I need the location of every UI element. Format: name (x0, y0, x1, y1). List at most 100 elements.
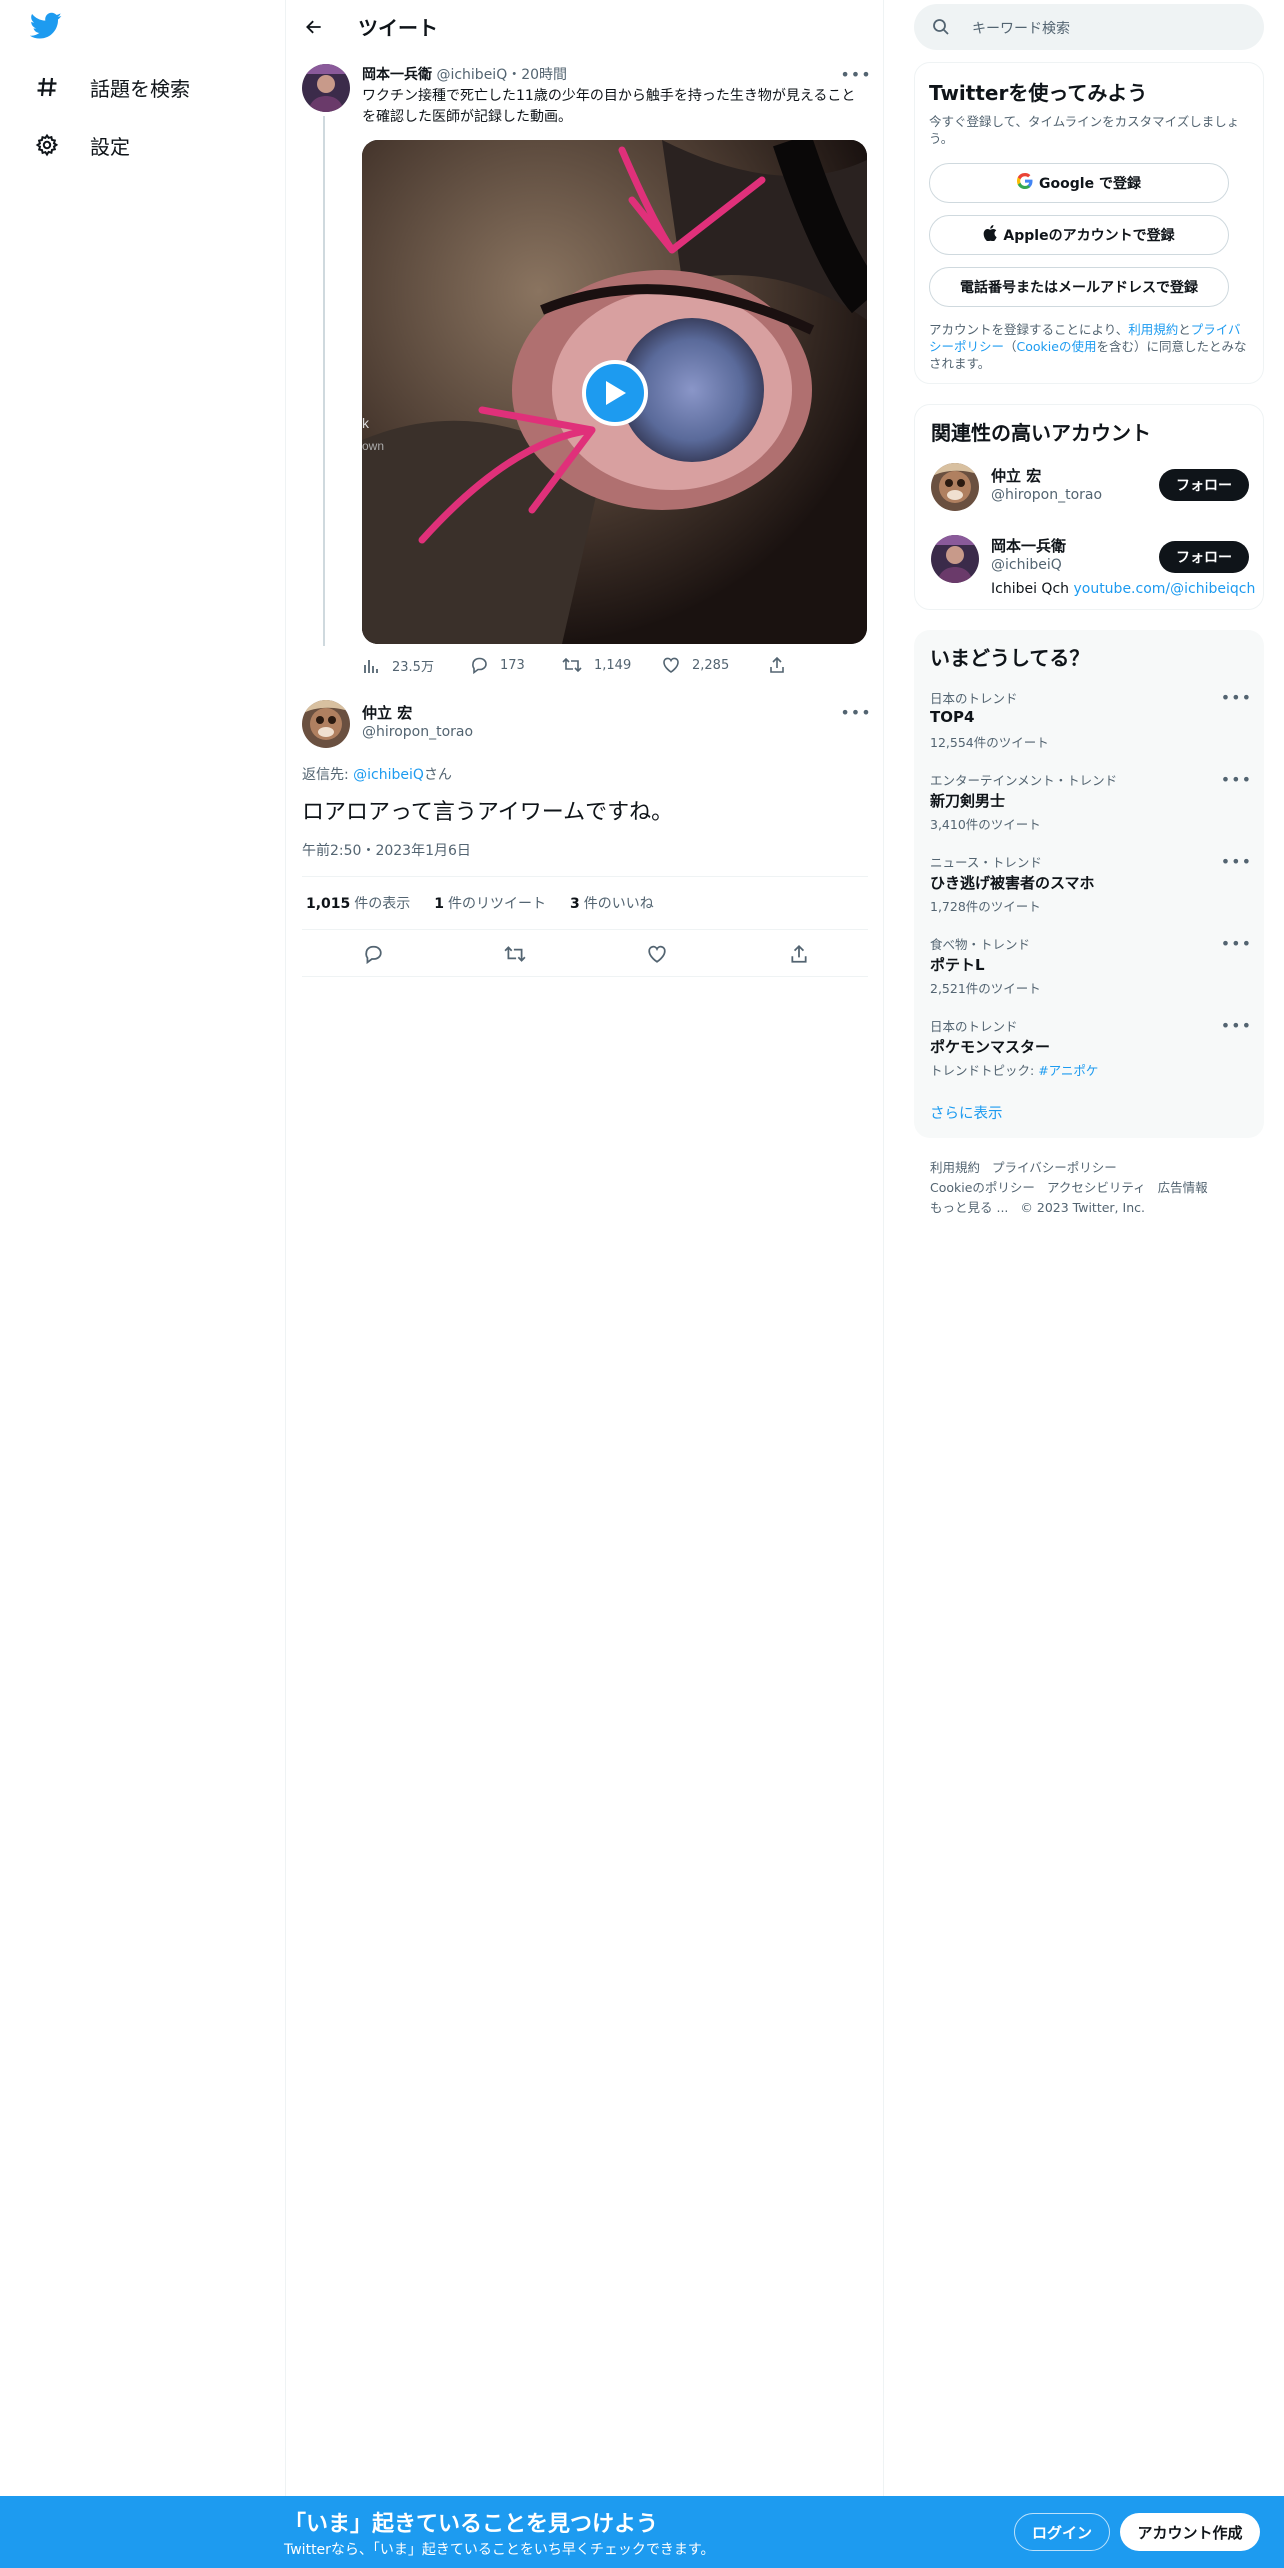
trend-count: トレンドトピック: #アニポケ (930, 1060, 1250, 1079)
retweets-stat[interactable]: 1 件のリツイート (434, 893, 546, 913)
main-column: ツイート 岡本一兵衛 @ichibeiQ・20時間 ••• ワクチン接種で死亡し… (286, 0, 884, 2496)
trend-name: ポテトL (930, 956, 985, 974)
follow-button[interactable]: フォロー (1159, 469, 1249, 501)
retweet-icon (562, 657, 582, 673)
login-button[interactable]: ログイン (1014, 2513, 1110, 2551)
reply-prefix: 返信先: (302, 767, 354, 783)
create-account-button[interactable]: アカウント作成 (1120, 2513, 1260, 2551)
google-signup-button[interactable]: Google で登録 (929, 163, 1229, 203)
more-options-icon[interactable]: ••• (1221, 934, 1252, 953)
author-name: 岡本一兵衛 (362, 67, 432, 83)
avatar[interactable] (302, 700, 350, 748)
hashtag-icon (30, 70, 64, 104)
retweet-icon[interactable] (504, 943, 526, 965)
footer-link[interactable]: Cookieのポリシー (930, 1180, 1035, 1195)
cookie-link[interactable]: Cookieの使用 (1017, 339, 1097, 354)
trend-category: 日本のトレンド (930, 691, 1018, 706)
avatar[interactable] (931, 535, 979, 583)
trend-hashtag-link[interactable]: #アニポケ (1038, 1063, 1098, 1078)
terms-link[interactable]: 利用規約 (1128, 322, 1178, 337)
like-stat[interactable]: 2,285 (662, 656, 729, 674)
more-options-icon[interactable]: ••• (1221, 1016, 1252, 1035)
retweets-count: 1 (434, 896, 445, 912)
account-handle[interactable]: @hiropon_torao (991, 487, 1102, 503)
nav-item-explore[interactable]: 話題を検索 (30, 62, 190, 112)
account-name[interactable]: 仲立 宏 (991, 465, 1041, 486)
trend-name: TOP4 (930, 708, 975, 726)
trend-category: エンターテインメント・トレンド (930, 773, 1118, 788)
more-options-icon[interactable]: ••• (840, 65, 870, 84)
nav-item-settings[interactable]: 設定 (30, 120, 130, 170)
trend-item[interactable]: 日本のトレンド ポケモンマスター トレンドトピック: #アニポケ ••• (930, 1016, 1252, 1079)
more-options-icon[interactable]: ••• (1221, 688, 1252, 707)
footer-link[interactable]: 利用規約 (930, 1160, 980, 1175)
signup-terms: アカウントを登録することにより、利用規約とプライバシーポリシー（Cookieの使… (929, 321, 1251, 372)
bio-link[interactable]: youtube.com/@ichibeiqch (1073, 581, 1255, 597)
tweet-author-handle[interactable]: @hiropon_torao (362, 724, 473, 740)
trend-item[interactable]: エンターテインメント・トレンド 新刀剣男士 3,410件のツイート ••• (930, 770, 1252, 833)
follow-button[interactable]: フォロー (1159, 541, 1249, 573)
trend-category: 日本のトレンド (930, 1019, 1018, 1034)
footer-link[interactable]: プライバシーポリシー (992, 1160, 1117, 1175)
signup-box: Twitterを使ってみよう 今すぐ登録して、タイムラインをカスタマイズしましょ… (914, 62, 1264, 384)
more-options-icon[interactable]: ••• (1221, 852, 1252, 871)
tweet-video[interactable]: k own (362, 140, 867, 644)
trend-name: ポケモンマスター (930, 1038, 1051, 1056)
views-stat[interactable]: 23.5万 (362, 656, 434, 675)
share-icon[interactable] (768, 656, 798, 674)
footer-link[interactable]: もっと見る ... (930, 1200, 1008, 1215)
views-count: 1,015 (306, 896, 351, 912)
phone-email-signup-button[interactable]: 電話番号またはメールアドレスで登録 (929, 267, 1229, 307)
bio-text: Ichibei Qch (991, 581, 1074, 597)
terms-text: （ (1004, 339, 1017, 354)
account-handle[interactable]: @ichibeiQ (991, 557, 1062, 573)
views-count: 23.5万 (392, 660, 434, 675)
phone-email-signup-label: 電話番号またはメールアドレスで登録 (960, 280, 1198, 296)
likes-stat[interactable]: 3 件のいいね (570, 893, 654, 913)
play-button[interactable] (582, 360, 648, 426)
trends-title: いまどうしてる？ (930, 646, 1090, 670)
footer-link[interactable]: 広告情報 (1158, 1180, 1208, 1195)
nav-explore-label: 話題を検索 (90, 76, 190, 101)
signup-subtitle: 今すぐ登録して、タイムラインをカスタマイズしましょう。 (929, 114, 1240, 146)
analytics-icon (364, 659, 378, 673)
retweet-count: 1,149 (594, 657, 632, 673)
apple-signup-button[interactable]: Appleのアカウントで登録 (929, 215, 1229, 255)
trend-topic-prefix: トレンドトピック: (930, 1063, 1039, 1078)
header: ツイート (286, 0, 884, 54)
reply-to-link[interactable]: @ichibeiQ (353, 767, 424, 783)
avatar[interactable] (931, 463, 979, 511)
retweet-stat[interactable]: 1,149 (562, 656, 631, 674)
thread-line (323, 116, 325, 646)
reply-icon[interactable] (362, 943, 384, 965)
google-signup-label: Google で登録 (1039, 176, 1141, 192)
reply-count: 173 (500, 657, 525, 673)
terms-text: アカウントを登録することにより、 (929, 322, 1129, 337)
share-icon[interactable] (788, 943, 810, 965)
like-count: 2,285 (692, 657, 730, 673)
show-more-link[interactable]: さらに表示 (930, 1102, 1003, 1123)
tweet-timestamp[interactable]: 午前2:50・2023年1月6日 (302, 840, 471, 860)
trend-item[interactable]: 日本のトレンド TOP4 12,554件のツイート ••• (930, 688, 1252, 751)
twitter-bird-icon[interactable] (29, 12, 70, 46)
trend-item[interactable]: ニュース・トレンド ひき逃げ被害者のスマホ 1,728件のツイート ••• (930, 852, 1252, 915)
avatar[interactable] (302, 64, 350, 112)
heart-icon (663, 657, 679, 673)
search-input[interactable]: キーワード検索 (914, 4, 1264, 50)
heart-icon[interactable] (646, 943, 668, 965)
search-placeholder: キーワード検索 (972, 21, 1070, 37)
trend-item[interactable]: 食べ物・トレンド ポテトL 2,521件のツイート ••• (930, 934, 1252, 997)
copyright: © 2023 Twitter, Inc. (1020, 1200, 1145, 1215)
reply-suffix: さん (423, 767, 452, 783)
banner-title: 「いま」起きていることを見つけよう (284, 2512, 659, 2537)
more-options-icon[interactable]: ••• (1221, 770, 1252, 789)
tweet-text: ロアロアって言うアイワームですね。 (302, 800, 674, 825)
account-name[interactable]: 岡本一兵衛 (991, 535, 1066, 556)
reply-stat[interactable]: 173 (470, 656, 525, 674)
likes-count: 3 (570, 896, 580, 912)
footer-link[interactable]: アクセシビリティ (1047, 1180, 1146, 1195)
tweet-author-name[interactable]: 仲立 宏 (362, 702, 412, 723)
parent-tweet-author[interactable]: 岡本一兵衛 @ichibeiQ・20時間 (362, 64, 567, 84)
back-arrow-icon[interactable] (300, 13, 328, 41)
more-options-icon[interactable]: ••• (840, 703, 870, 722)
